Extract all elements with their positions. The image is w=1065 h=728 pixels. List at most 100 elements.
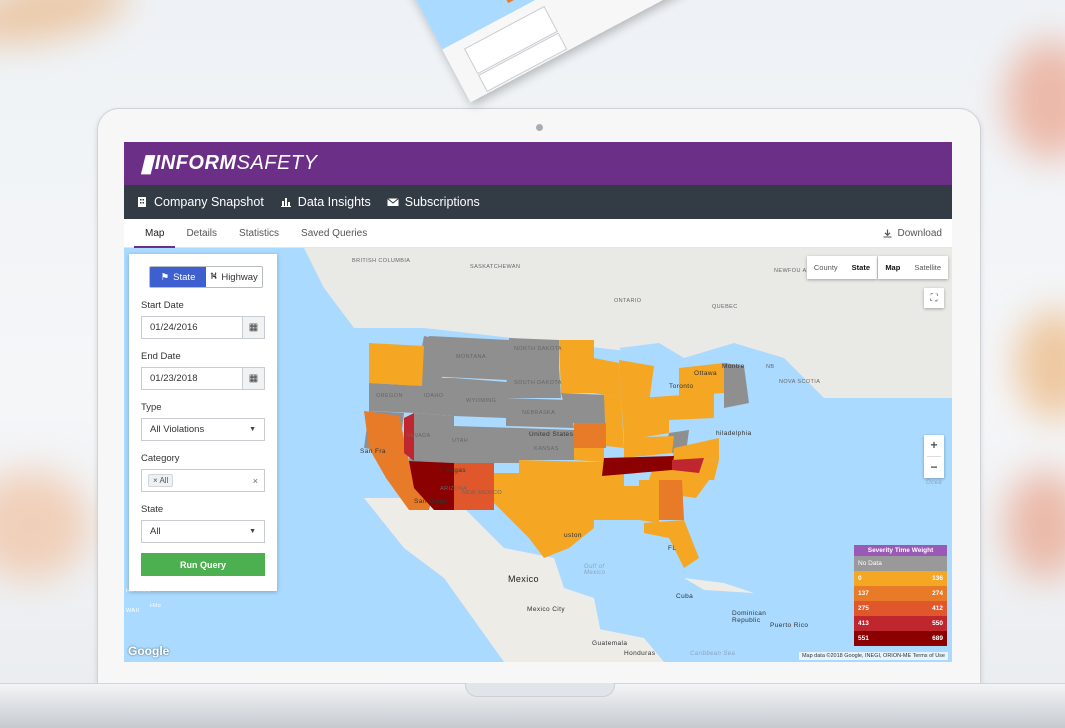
map-label: San Fra — [360, 448, 386, 455]
legend-title: Severity Time Weight — [854, 545, 947, 556]
legend-max: 550 — [932, 620, 943, 627]
map-label: Gulf of Mexico — [584, 564, 606, 576]
fullscreen-icon[interactable]: ⛶ — [924, 288, 944, 308]
category-multiselect[interactable]: × All × — [141, 469, 265, 492]
map-label: San Diego — [414, 498, 448, 505]
nav-label: Subscriptions — [404, 195, 480, 209]
map-label: Mexico — [508, 574, 539, 584]
zoom-out-button[interactable]: − — [930, 457, 937, 478]
map-label: Guatemala — [592, 640, 628, 647]
end-date-label: End Date — [141, 351, 181, 362]
state-select[interactable]: All ▼ — [141, 520, 265, 543]
type-label: Type — [141, 402, 162, 413]
map-attribution[interactable]: Map data ©2018 Google, INEGI, ORION-ME T… — [798, 652, 948, 660]
main-nav: Company Snapshot Data Insights Subscript… — [124, 185, 952, 219]
start-date-label: Start Date — [141, 300, 184, 311]
app-screen: ▮ INFORM SAFETY Company Snapshot Data In… — [124, 142, 952, 662]
background-blob — [0, 0, 135, 58]
map-label: Ottawa — [694, 370, 717, 377]
map-label: WYOMING — [466, 398, 497, 404]
map-label: uston — [564, 532, 582, 539]
category-tag[interactable]: × All — [148, 474, 174, 487]
floating-map-fragment — [400, 0, 771, 103]
category-label: Category — [141, 453, 180, 464]
state-missouri-south — [574, 448, 604, 462]
map-label: KANSAS — [534, 446, 559, 452]
state-florida — [644, 520, 699, 568]
nav-subscriptions[interactable]: Subscriptions — [386, 195, 480, 209]
map-label: BRITISH COLUMBIA — [352, 258, 411, 264]
start-date-input[interactable] — [142, 317, 242, 338]
legend-min: 0 — [858, 575, 862, 582]
clear-icon[interactable]: × — [253, 476, 258, 486]
legend-row: 413 550 — [854, 616, 947, 631]
severity-legend: Severity Time Weight No Data 0 136 137 2… — [854, 545, 947, 646]
background-blob — [1005, 40, 1065, 160]
state-toggle[interactable]: State — [845, 256, 877, 279]
state-illinois — [604, 395, 624, 448]
state-missouri — [574, 423, 606, 448]
background-blob — [1005, 470, 1065, 580]
highway-mode-label: Highway — [221, 271, 258, 283]
map-label: s Vegas — [440, 467, 466, 474]
start-date-field: ▦ — [141, 316, 265, 339]
state-alabama — [639, 480, 659, 523]
envelope-icon — [386, 198, 399, 206]
map-label: WAII — [126, 608, 140, 614]
nav-data-insights[interactable]: Data Insights — [280, 195, 371, 209]
flag-icon: ⚑ — [160, 271, 170, 283]
tab-saved-queries[interactable]: Saved Queries — [290, 219, 378, 248]
nav-company-snapshot[interactable]: Company Snapshot — [136, 195, 264, 209]
logo-inform-text: INFORM — [154, 152, 237, 174]
building-icon — [138, 197, 146, 207]
map-label: SOUTH DAKOTA — [514, 380, 562, 386]
map-label: ONTARIO — [614, 298, 642, 304]
state-mode-label: State — [173, 271, 196, 283]
map-label: NOVA SCOTIA — [779, 379, 821, 385]
tab-map[interactable]: Map — [134, 219, 176, 248]
state-washington — [369, 343, 424, 386]
state-sc — [679, 480, 709, 498]
logo-mark-icon: ▮ — [140, 150, 154, 177]
cuba-land — [684, 578, 754, 593]
zoom-in-button[interactable]: + — [930, 435, 937, 456]
map-canvas[interactable]: BRITISH COLUMBIA SASKATCHEWAN ONTARIO QU… — [124, 248, 952, 662]
county-toggle[interactable]: County — [807, 256, 845, 279]
map-label: NEBRASKA — [522, 410, 556, 416]
satellite-type-button[interactable]: Satellite — [907, 256, 948, 279]
inform-safety-logo[interactable]: ▮ INFORM SAFETY — [140, 149, 317, 178]
download-button[interactable]: Download — [883, 219, 942, 248]
state-indiana — [621, 398, 639, 438]
map-label: QUEBEC — [712, 304, 738, 310]
logo-safety-text: SAFETY — [236, 152, 318, 174]
tab-statistics[interactable]: Statistics — [228, 219, 290, 248]
state-mode-button[interactable]: ⚑ State — [150, 267, 206, 287]
brand-bar: ▮ INFORM SAFETY — [124, 142, 952, 185]
state-ohio — [639, 396, 669, 438]
tab-details[interactable]: Details — [175, 219, 228, 248]
map-type-button[interactable]: Map — [878, 256, 907, 279]
nav-label: Data Insights — [297, 195, 371, 209]
region-toggle: County State — [806, 256, 877, 279]
map-label: NB — [766, 364, 775, 370]
map-label: Mexico City — [527, 606, 565, 613]
type-select[interactable]: All Violations ▼ — [141, 418, 265, 441]
state-mississippi — [624, 486, 639, 520]
background-blob — [0, 470, 90, 580]
map-label: Hilo — [150, 603, 162, 609]
map-label: NEVADA — [406, 433, 431, 439]
google-logo[interactable]: Google — [128, 644, 169, 658]
legend-row: 551 689 — [854, 631, 947, 646]
state-minnesota — [559, 340, 594, 393]
background-blob — [1015, 310, 1065, 420]
calendar-icon[interactable]: ▦ — [242, 317, 264, 338]
end-date-input[interactable] — [142, 368, 242, 389]
legend-min: 413 — [858, 620, 869, 627]
map-label: United States — [529, 431, 574, 438]
highway-mode-button[interactable]: ⛕ Highway — [206, 267, 262, 287]
legend-min: 551 — [858, 635, 869, 642]
run-query-button[interactable]: Run Query — [141, 553, 265, 576]
calendar-icon[interactable]: ▦ — [242, 368, 264, 389]
map-label: Toronto — [669, 383, 694, 390]
legend-row: 275 412 — [854, 601, 947, 616]
